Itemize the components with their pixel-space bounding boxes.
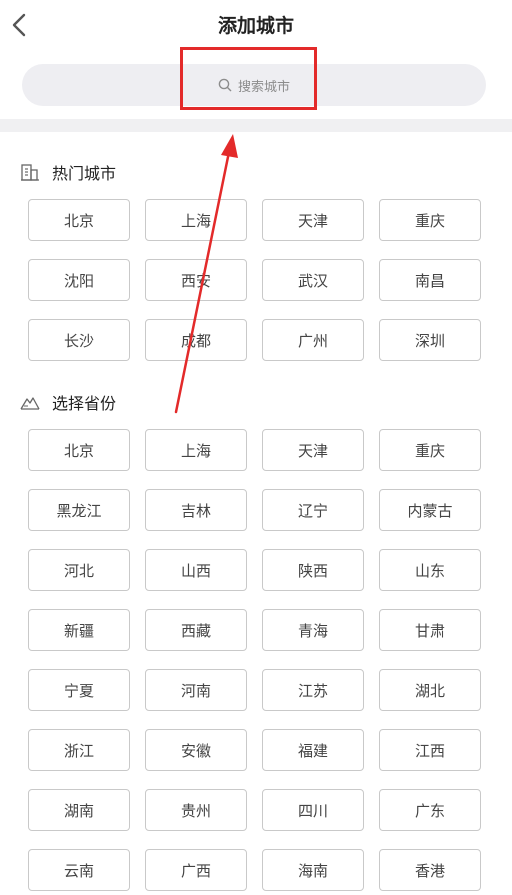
province-chip[interactable]: 青海 [262, 609, 364, 651]
province-chip[interactable]: 湖南 [28, 789, 130, 831]
hot-city-chip[interactable]: 天津 [262, 199, 364, 241]
hot-cities-header: 热门城市 [20, 160, 116, 184]
building-icon [21, 164, 39, 181]
hot-cities-label: 热门城市 [52, 164, 117, 183]
search-icon [218, 78, 232, 92]
hot-city-chip[interactable]: 沈阳 [28, 259, 130, 301]
province-chip[interactable]: 西藏 [145, 609, 247, 651]
province-chip[interactable]: 云南 [28, 849, 130, 891]
province-chip[interactable]: 新疆 [28, 609, 130, 651]
provinces-grid: 北京 上海 天津 重庆 黑龙江 吉林 辽宁 内蒙古 河北 山西 陕西 山东 新疆… [28, 429, 481, 891]
province-chip[interactable]: 甘肃 [379, 609, 481, 651]
province-chip[interactable]: 安徽 [145, 729, 247, 771]
province-chip[interactable]: 香港 [379, 849, 481, 891]
hot-city-chip[interactable]: 西安 [145, 259, 247, 301]
province-chip[interactable]: 贵州 [145, 789, 247, 831]
province-chip[interactable]: 四川 [262, 789, 364, 831]
province-chip[interactable]: 内蒙古 [379, 489, 481, 531]
province-chip[interactable]: 天津 [262, 429, 364, 471]
province-chip[interactable]: 河北 [28, 549, 130, 591]
province-chip[interactable]: 陕西 [262, 549, 364, 591]
hot-city-chip[interactable]: 成都 [145, 319, 247, 361]
province-chip[interactable]: 宁夏 [28, 669, 130, 711]
section-divider [0, 119, 512, 132]
hot-city-chip[interactable]: 深圳 [379, 319, 481, 361]
page-title: 添加城市 [217, 15, 294, 37]
province-chip[interactable]: 广西 [145, 849, 247, 891]
province-chip[interactable]: 上海 [145, 429, 247, 471]
province-chip[interactable]: 吉林 [145, 489, 247, 531]
hot-city-chip[interactable]: 重庆 [379, 199, 481, 241]
provinces-label: 选择省份 [52, 394, 117, 413]
province-chip[interactable]: 福建 [262, 729, 364, 771]
hot-city-chip[interactable]: 长沙 [28, 319, 130, 361]
province-chip[interactable]: 湖北 [379, 669, 481, 711]
province-chip[interactable]: 广东 [379, 789, 481, 831]
mountain-icon [20, 397, 40, 410]
hot-city-chip[interactable]: 广州 [262, 319, 364, 361]
province-chip[interactable]: 江苏 [262, 669, 364, 711]
province-chip[interactable]: 河南 [145, 669, 247, 711]
province-chip[interactable]: 黑龙江 [28, 489, 130, 531]
hot-cities-grid: 北京 上海 天津 重庆 沈阳 西安 武汉 南昌 长沙 成都 广州 深圳 [28, 199, 481, 361]
province-chip[interactable]: 山东 [379, 549, 481, 591]
header-bar: 添加城市 [0, 0, 512, 52]
province-chip[interactable]: 浙江 [28, 729, 130, 771]
province-chip[interactable]: 重庆 [379, 429, 481, 471]
provinces-header: 选择省份 [20, 390, 116, 414]
province-chip[interactable]: 山西 [145, 549, 247, 591]
province-chip[interactable]: 海南 [262, 849, 364, 891]
hot-city-chip[interactable]: 北京 [28, 199, 130, 241]
province-chip[interactable]: 江西 [379, 729, 481, 771]
search-bar[interactable]: 搜索城市 [22, 64, 486, 106]
search-placeholder: 搜索城市 [237, 79, 290, 95]
hot-city-chip[interactable]: 上海 [145, 199, 247, 241]
hot-city-chip[interactable]: 武汉 [262, 259, 364, 301]
hot-city-chip[interactable]: 南昌 [379, 259, 481, 301]
province-chip[interactable]: 北京 [28, 429, 130, 471]
province-chip[interactable]: 辽宁 [262, 489, 364, 531]
